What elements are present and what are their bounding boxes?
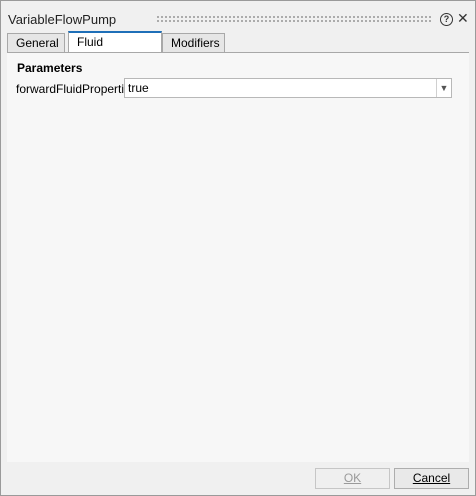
window-title: VariableFlowPump [8,12,117,27]
title-bar[interactable]: VariableFlowPump ? ✕ [1,1,475,33]
forward-fluid-properties-select[interactable]: true ▼ [124,78,452,98]
tab-modifiers[interactable]: Modifiers [162,33,225,52]
cancel-button-label: Cancel [412,471,451,485]
tab-panel: Parameters forwardFluidProperties true ▼ [7,52,469,462]
ok-button-label: OK [343,471,362,485]
param-label-forward-fluid-properties: forwardFluidProperties [16,82,137,96]
chevron-down-icon[interactable]: ▼ [436,79,451,97]
section-title: Parameters [17,61,83,75]
tab-bar: General Fluid Properties Modifiers [7,31,475,68]
close-icon[interactable]: ✕ [457,10,469,26]
tab-fluid-properties[interactable]: Fluid Properties [68,31,162,68]
ok-button[interactable]: OK [315,468,390,489]
tab-general[interactable]: General [7,33,65,52]
dialog-window: VariableFlowPump ? ✕ General Fluid Prope… [0,0,476,496]
drag-grip[interactable] [156,15,432,23]
help-icon[interactable]: ? [440,13,453,26]
cancel-button[interactable]: Cancel [394,468,469,489]
select-value: true [128,81,149,95]
